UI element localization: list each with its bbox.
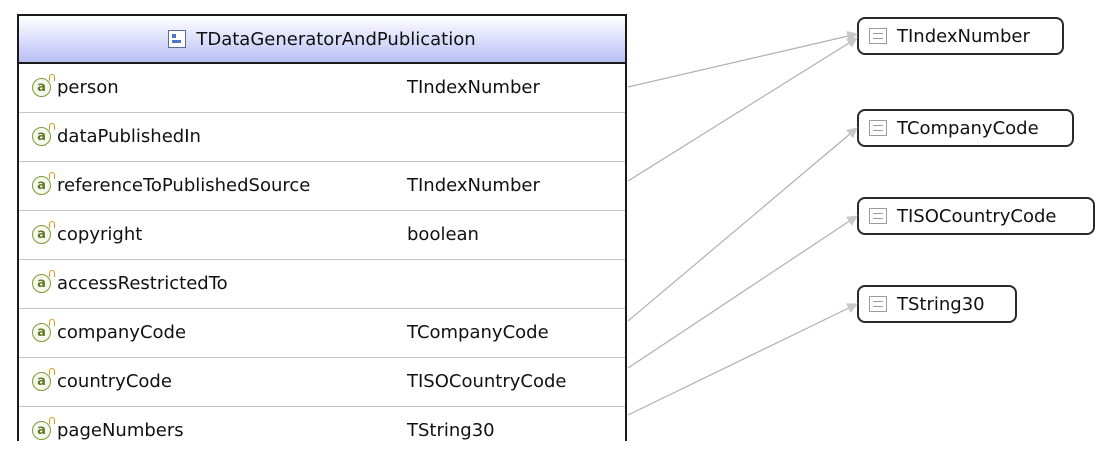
attribute-row[interactable]: a accessRestrictedTo	[19, 260, 625, 309]
attribute-type: TISOCountryCode	[407, 371, 567, 392]
connector-reference-to-tindexnumber	[627, 37, 858, 182]
attribute-row[interactable]: a pageNumbers TString30	[19, 407, 625, 456]
type-box-tindexnumber[interactable]: TIndexNumber	[857, 17, 1064, 55]
attribute-icon: a	[32, 123, 55, 146]
attribute-name: countryCode	[57, 371, 172, 392]
attribute-name: person	[57, 77, 119, 98]
simple-type-icon	[869, 208, 887, 224]
attribute-type: TCompanyCode	[407, 322, 549, 343]
attribute-icon: a	[32, 74, 55, 97]
attribute-type: TString30	[407, 420, 495, 441]
attribute-icon: a	[32, 417, 55, 440]
type-box-tcompanycode[interactable]: TCompanyCode	[857, 109, 1074, 147]
simple-type-icon	[869, 120, 887, 136]
attribute-row[interactable]: a person TIndexNumber	[19, 64, 625, 113]
attribute-row[interactable]: a referenceToPublishedSource TIndexNumbe…	[19, 162, 625, 211]
connector-pagenumbers-to-tstring30	[627, 303, 858, 416]
attribute-icon: a	[32, 319, 55, 342]
class-icon	[168, 30, 187, 48]
type-box-label: TCompanyCode	[897, 117, 1039, 139]
simple-type-icon	[869, 296, 887, 312]
simple-type-icon	[869, 28, 887, 44]
connector-person-to-tindexnumber	[627, 30, 859, 88]
attribute-row[interactable]: a countryCode TISOCountryCode	[19, 358, 625, 407]
attribute-icon: a	[32, 368, 55, 391]
attribute-type: TIndexNumber	[407, 175, 540, 196]
type-box-tstring30[interactable]: TString30	[857, 285, 1017, 323]
type-box-tisocountrycode[interactable]: TISOCountryCode	[857, 197, 1095, 235]
attribute-name: copyright	[57, 224, 143, 245]
class-title: TDataGeneratorAndPublication	[196, 28, 476, 50]
type-box-label: TISOCountryCode	[897, 205, 1057, 227]
connector-companycode-to-tcompanycode	[627, 127, 858, 322]
attribute-type: TIndexNumber	[407, 77, 540, 98]
attribute-icon: a	[32, 270, 55, 293]
type-box-label: TIndexNumber	[897, 25, 1030, 47]
attribute-icon: a	[32, 172, 55, 195]
connector-countrycode-to-tisocountrycode	[627, 215, 858, 369]
attribute-row[interactable]: a companyCode TCompanyCode	[19, 309, 625, 358]
type-box-label: TString30	[897, 293, 985, 315]
attribute-icon: a	[32, 221, 55, 244]
attribute-row[interactable]: a dataPublishedIn	[19, 113, 625, 162]
attribute-name: referenceToPublishedSource	[57, 175, 311, 196]
attribute-type: boolean	[407, 224, 479, 245]
attribute-name: companyCode	[57, 322, 187, 343]
attribute-name: pageNumbers	[57, 420, 184, 441]
attribute-row[interactable]: a copyright boolean	[19, 211, 625, 260]
attribute-name: dataPublishedIn	[57, 126, 201, 147]
class-box[interactable]: TDataGeneratorAndPublication a person TI…	[17, 14, 627, 441]
attribute-name: accessRestrictedTo	[57, 273, 228, 294]
class-header[interactable]: TDataGeneratorAndPublication	[19, 16, 625, 64]
